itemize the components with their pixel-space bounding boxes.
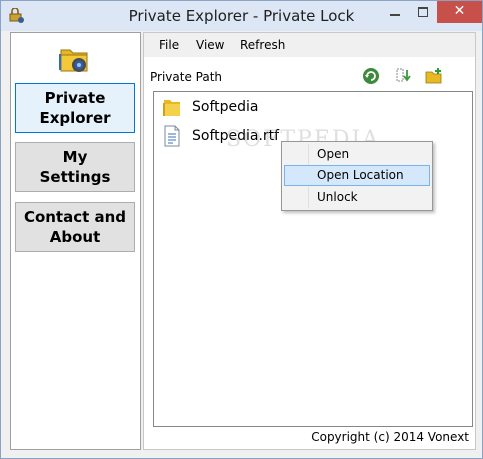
sidebar-item-label: Private Explorer (39, 88, 110, 128)
main-panel: File View Refresh Private Path Softpedia… (143, 32, 476, 450)
sidebar-item-label-line2: Explorer (39, 109, 111, 127)
app-window: Private Explorer - Private Lock ✕ Privat… (0, 0, 483, 459)
context-menu-open-location[interactable]: Open Location (284, 165, 430, 186)
refresh-icon[interactable] (362, 67, 380, 85)
context-menu: Open Open Location Unlock (281, 141, 433, 211)
minimize-button[interactable] (381, 1, 409, 23)
sidebar: Private Explorer My Settings Contact and… (10, 32, 141, 450)
add-folder-icon[interactable] (425, 67, 443, 85)
context-menu-open[interactable]: Open (284, 144, 430, 165)
private-path-label: Private Path (150, 70, 223, 84)
menu-refresh[interactable]: Refresh (240, 38, 285, 52)
sidebar-item-label-line2: About (49, 228, 101, 246)
sidebar-item-label: My Settings (40, 147, 111, 187)
rtf-document-icon (164, 125, 180, 147)
sidebar-item-label-line1: Private (44, 89, 106, 107)
sidebar-item-label-line1: My (62, 148, 88, 166)
sidebar-item-contact-about[interactable]: Contact and About (15, 202, 135, 252)
sidebar-item-label-line2: Settings (39, 168, 111, 186)
copyright-text: Copyright (c) 2014 Vonext (311, 430, 469, 444)
sidebar-item-label-line1: Contact and (23, 208, 127, 226)
sidebar-item-my-settings[interactable]: My Settings (15, 142, 135, 192)
sidebar-item-private-explorer[interactable]: Private Explorer (15, 83, 135, 133)
context-menu-unlock[interactable]: Unlock (284, 187, 430, 208)
title-bar[interactable]: Private Explorer - Private Lock ✕ (1, 1, 482, 31)
sidebar-item-label: Contact and About (24, 207, 126, 247)
import-file-icon[interactable] (395, 67, 413, 85)
file-name: Softpedia (192, 99, 259, 115)
maximize-button[interactable] (409, 1, 437, 23)
menu-view[interactable]: View (196, 38, 224, 52)
menu-bar: File View Refresh (144, 33, 475, 57)
folder-icon (163, 100, 180, 116)
menu-file[interactable]: File (159, 38, 179, 52)
close-button[interactable]: ✕ (437, 1, 482, 23)
lock-logo-icon (59, 49, 88, 72)
list-item-folder[interactable]: Softpedia (162, 94, 258, 120)
